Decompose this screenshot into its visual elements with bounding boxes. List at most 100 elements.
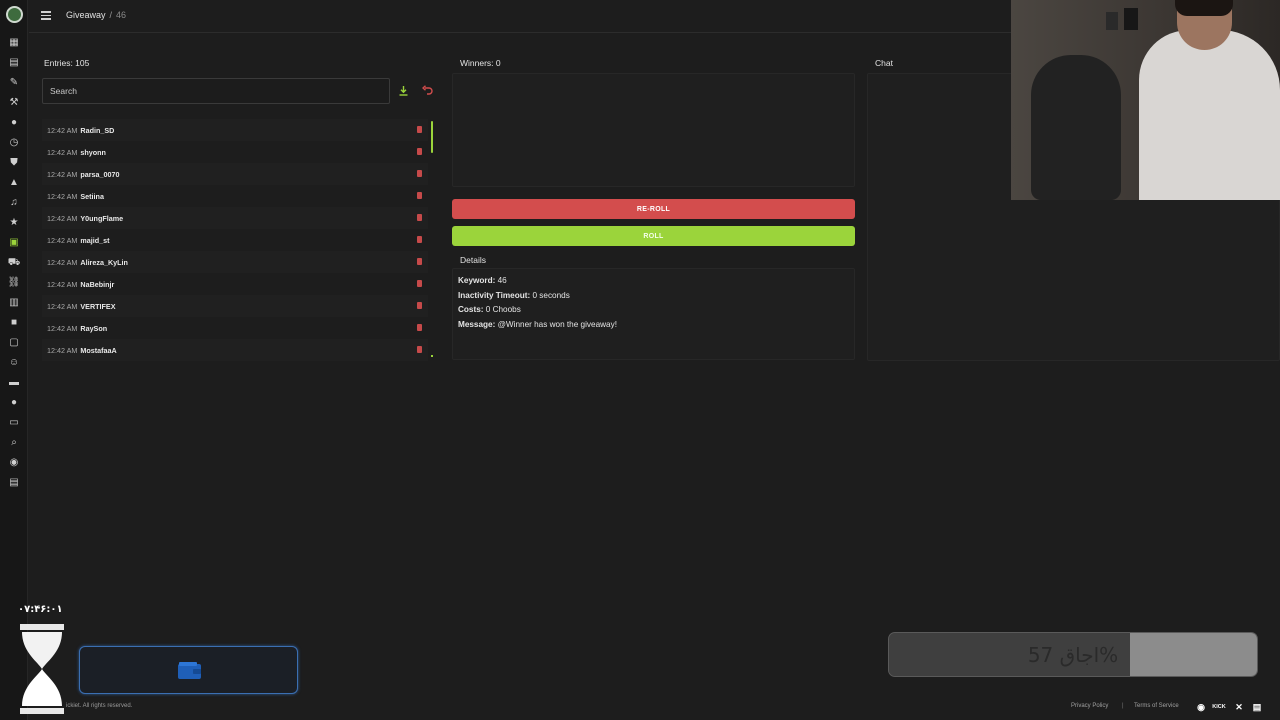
hamburger-menu-icon[interactable]	[41, 11, 51, 20]
entry-time: 12:42 AM	[47, 301, 78, 311]
gift-icon[interactable]: ▣	[8, 237, 20, 249]
breadcrumb-title[interactable]: Giveaway	[66, 10, 106, 20]
entry-username[interactable]: Radin_SD	[80, 126, 114, 135]
detail-timeout-key: Inactivity Timeout:	[458, 291, 531, 300]
entry-username[interactable]: shyonn	[80, 148, 106, 157]
detail-message: Message: @Winner has won the giveaway!	[458, 320, 617, 329]
delete-entry-icon[interactable]	[417, 214, 422, 221]
entries-label: Entries: 105	[44, 58, 90, 68]
details-panel	[452, 268, 855, 360]
entry-username[interactable]: MostafaaA	[80, 346, 116, 355]
detail-keyword-value: 46	[497, 276, 507, 285]
film-icon[interactable]: ▬	[8, 377, 20, 389]
entry-row[interactable]: 12:42 AM RaySon	[42, 317, 428, 339]
delete-entry-icon[interactable]	[417, 170, 422, 177]
progress-bar: اجاق 57%	[888, 632, 1258, 677]
wall-poster	[1106, 12, 1118, 30]
entry-time: 12:42 AM	[47, 213, 78, 223]
delete-entry-icon[interactable]	[417, 346, 422, 353]
entry-username[interactable]: parsa_0070	[80, 170, 119, 179]
winners-label: Winners: 0	[460, 58, 501, 68]
entry-row[interactable]: 12:42 AM shyonn	[42, 141, 428, 163]
search-input[interactable]	[42, 78, 390, 104]
entry-username[interactable]: majid_st	[80, 236, 109, 245]
dashboard-icon[interactable]: ▦	[8, 37, 20, 49]
entries-scrollbar[interactable]	[431, 121, 433, 153]
privacy-policy-link[interactable]: Privacy Policy	[1071, 703, 1108, 709]
delete-entry-icon[interactable]	[417, 126, 422, 133]
entry-row[interactable]: 12:42 AM majid_st	[42, 229, 428, 251]
progress-label: اجاق 57%	[1027, 643, 1119, 667]
streamer-hair	[1175, 0, 1233, 16]
entry-row[interactable]: 12:42 AM Alireza_KyLin	[42, 251, 428, 273]
detail-timeout: Inactivity Timeout: 0 seconds	[458, 291, 570, 300]
entry-row[interactable]: 12:42 AM NaBebinjr	[42, 273, 428, 295]
cart-icon[interactable]: ⛟	[8, 257, 21, 269]
footer-links: Privacy Policy | Terms of Service ◉ KICK…	[1040, 697, 1280, 720]
reroll-button[interactable]: RE-ROLL	[452, 199, 855, 219]
entry-time: 12:42 AM	[47, 191, 78, 201]
entry-time: 12:42 AM	[47, 125, 78, 135]
warning-icon[interactable]: ▲	[8, 177, 20, 189]
roll-button[interactable]: ROLL	[452, 226, 855, 246]
chat-label: Chat	[875, 58, 893, 68]
download-icon[interactable]	[399, 86, 408, 96]
link-icon[interactable]: ⛓	[8, 277, 21, 289]
delete-entry-icon[interactable]	[417, 148, 422, 155]
document-icon[interactable]: ▤	[8, 57, 20, 69]
breadcrumb-separator: /	[109, 10, 113, 20]
delete-entry-icon[interactable]	[417, 192, 422, 199]
x-icon[interactable]: ✕	[1233, 702, 1245, 713]
card-icon[interactable]: ▤	[8, 477, 20, 489]
entry-row[interactable]: 12:42 AM Setiina	[42, 185, 428, 207]
entry-username[interactable]: Y0ungFlame	[80, 214, 123, 223]
entry-username[interactable]: Setiina	[80, 192, 104, 201]
scrollbar-end-marker	[431, 355, 433, 357]
entry-username[interactable]: NaBebinjr	[80, 280, 114, 289]
detail-timeout-value: 0 seconds	[532, 291, 570, 300]
chat-bubble-icon[interactable]: ●	[8, 117, 20, 129]
kick-icon[interactable]: KICK	[1211, 702, 1227, 713]
delete-entry-icon[interactable]	[417, 280, 422, 287]
entry-row[interactable]: 12:42 AM Y0ungFlame	[42, 207, 428, 229]
entry-username[interactable]: RaySon	[80, 324, 107, 333]
entry-row[interactable]: 12:42 AM parsa_0070	[42, 163, 428, 185]
app-logo[interactable]	[6, 6, 23, 23]
bar-chart-icon[interactable]: ▥	[8, 297, 20, 309]
entry-time: 12:42 AM	[47, 147, 78, 157]
document-icon[interactable]: ▤	[1251, 702, 1263, 713]
delete-entry-icon[interactable]	[417, 324, 422, 331]
discord-icon[interactable]: ◉	[8, 457, 20, 469]
wallet-icon	[178, 662, 201, 679]
copyright-text: ickiet. All rights reserved.	[66, 703, 133, 709]
entry-username[interactable]: Alireza_KyLin	[80, 258, 128, 267]
box-icon[interactable]: ▢	[8, 337, 20, 349]
monitor-icon[interactable]: ▭	[8, 417, 20, 429]
entry-row[interactable]: 12:42 AM VERTIFEX	[42, 295, 428, 317]
magnifier-icon[interactable]: ⌕	[8, 437, 20, 449]
entry-username[interactable]: VERTIFEX	[80, 302, 115, 311]
entry-row[interactable]: 12:42 AM Radin_SD	[42, 119, 428, 141]
message-icon[interactable]: ●	[8, 397, 20, 409]
music-note-icon[interactable]: ♫	[8, 197, 20, 209]
gaming-chair	[1031, 55, 1121, 200]
clock-icon[interactable]: ◷	[8, 137, 20, 149]
shield-icon[interactable]: ⛊	[8, 157, 20, 169]
detail-message-key: Message:	[458, 320, 496, 329]
delete-entry-icon[interactable]	[417, 302, 422, 309]
hammer-icon[interactable]: ⚒	[8, 97, 20, 109]
winners-panel	[452, 73, 855, 187]
smiley-icon[interactable]: ☺	[8, 357, 20, 369]
entry-row[interactable]: 12:42 AM MostafaaA	[42, 339, 428, 361]
breadcrumb: Giveaway/46	[66, 10, 126, 20]
webcam-overlay	[1011, 0, 1280, 200]
detail-keyword: Keyword: 46	[458, 276, 507, 285]
delete-entry-icon[interactable]	[417, 258, 422, 265]
terms-of-service-link[interactable]: Terms of Service	[1134, 703, 1179, 709]
discord-icon[interactable]: ◉	[1195, 702, 1207, 713]
video-icon[interactable]: ■	[8, 317, 20, 329]
delete-entry-icon[interactable]	[417, 236, 422, 243]
pen-icon[interactable]: ✎	[8, 77, 20, 89]
undo-icon[interactable]	[422, 85, 433, 95]
star-icon[interactable]: ★	[8, 217, 20, 229]
